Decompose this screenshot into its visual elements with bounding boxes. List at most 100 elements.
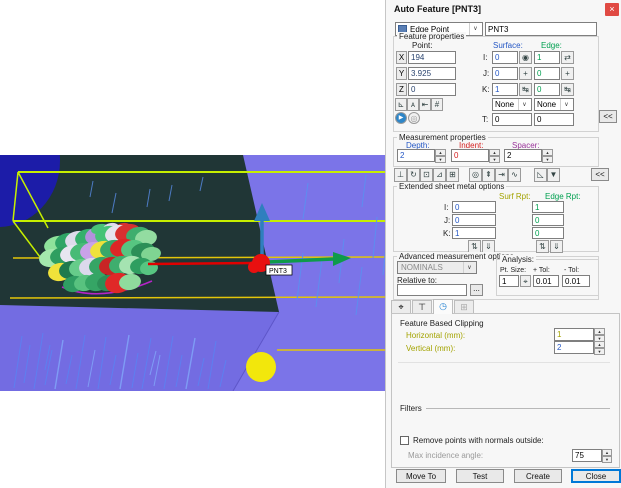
feature-name-input[interactable] <box>485 22 597 36</box>
execute-icon[interactable]: ▶ <box>395 112 407 124</box>
edge-i-input[interactable] <box>534 51 560 64</box>
flip-vector-icon[interactable]: ⇄ <box>561 51 574 64</box>
surface-axis-select[interactable]: None ∨ <box>492 98 532 111</box>
t-row-label: T: <box>482 115 488 124</box>
nominals-select[interactable]: NOMINALS ∨ <box>397 261 477 274</box>
surf-rpt-i-input[interactable] <box>452 201 496 213</box>
remove-points-checkbox[interactable] <box>400 436 409 445</box>
collapse-measurement-button[interactable]: << <box>591 168 609 181</box>
y-value-input[interactable] <box>408 67 456 80</box>
filters-divider <box>426 408 610 409</box>
edge-k-input[interactable] <box>534 83 560 96</box>
surface-move-icon[interactable]: + <box>519 67 532 80</box>
meas-mode-icon-1[interactable]: ⊥ <box>394 168 407 182</box>
chevron-down-icon: ∨ <box>469 23 481 35</box>
spin-down-icon[interactable]: ▼ <box>602 456 612 463</box>
spin-down-icon[interactable]: ▼ <box>489 156 500 163</box>
edge-rpt-k-input[interactable] <box>532 227 564 239</box>
spin-up-icon[interactable]: ▲ <box>594 341 605 348</box>
vertical-input[interactable] <box>554 341 594 354</box>
surf-rpt-k-input[interactable] <box>452 227 496 239</box>
move-to-button[interactable]: Move To <box>396 469 446 483</box>
chevron-down-icon: ∨ <box>560 99 572 110</box>
z-axis-label: Z <box>396 83 407 96</box>
horizontal-stepper[interactable]: ▲ ▼ <box>594 328 605 342</box>
angle-option-icon-2[interactable]: ▼ <box>547 168 560 182</box>
sm-j-label: J: <box>444 216 450 225</box>
edge-axis-select[interactable]: None ∨ <box>534 98 574 111</box>
surface-k-input[interactable] <box>492 83 518 96</box>
grid-icon[interactable]: # <box>431 98 443 111</box>
edge-rpt-j-input[interactable] <box>532 214 564 226</box>
meas-mode-icon-5[interactable]: ⊞ <box>446 168 459 182</box>
graphics-viewport[interactable]: PNT3 <box>0 155 389 391</box>
tab-scan-options[interactable]: ⊞ <box>454 300 474 314</box>
max-angle-label: Max incidence angle: <box>408 451 483 460</box>
probe-option-icon-3[interactable]: ⇥ <box>495 168 508 182</box>
indent-stepper[interactable]: ▲ ▼ <box>489 149 500 163</box>
spin-up-icon[interactable]: ▲ <box>435 149 446 156</box>
angle-option-icon-1[interactable]: ◺ <box>534 168 547 182</box>
divider <box>398 362 610 363</box>
vertical-stepper[interactable]: ▲ ▼ <box>594 341 605 355</box>
spin-up-icon[interactable]: ▲ <box>602 449 612 456</box>
edge-t-input[interactable] <box>534 113 574 126</box>
edge-j-input[interactable] <box>534 67 560 80</box>
spacer-input[interactable] <box>504 149 542 162</box>
close-icon[interactable]: × <box>605 3 619 16</box>
clipping-title: Feature Based Clipping <box>400 319 484 328</box>
auto-label-icon[interactable]: ᴀ <box>407 98 419 111</box>
browse-button[interactable]: ... <box>470 284 483 296</box>
horizontal-input[interactable] <box>554 328 594 341</box>
edge-rpt-i-input[interactable] <box>532 201 564 213</box>
create-button[interactable]: Create <box>514 469 562 483</box>
surface-snap-icon[interactable]: ↹ <box>519 83 532 96</box>
surface-t-input[interactable] <box>492 113 532 126</box>
probe-option-icon-1[interactable]: ◎ <box>469 168 482 182</box>
spin-up-icon[interactable]: ▲ <box>489 149 500 156</box>
surface-column-label: Surface: <box>493 41 523 50</box>
meas-mode-icon-2[interactable]: ↻ <box>407 168 420 182</box>
minus-tol-input[interactable] <box>562 275 590 287</box>
probe-option-icon-2[interactable]: ⇞ <box>482 168 495 182</box>
x-value-input[interactable] <box>408 51 456 64</box>
tab-path-options[interactable]: ⌖ <box>391 300 411 314</box>
close-button[interactable]: Close <box>571 469 621 483</box>
picker-icon[interactable]: ⌖ <box>520 275 531 287</box>
surface-vector-icon[interactable]: ◉ <box>519 51 532 64</box>
edge-rpt-apply-icon[interactable]: ⇓ <box>550 240 563 253</box>
indent-input[interactable] <box>451 149 489 162</box>
edge-snap-icon[interactable]: ↹ <box>561 83 574 96</box>
horizontal-label: Horizontal (mm): <box>406 331 465 340</box>
max-angle-input[interactable] <box>572 449 602 462</box>
depth-stepper[interactable]: ▲ ▼ <box>435 149 446 163</box>
meas-mode-icon-3[interactable]: ⊡ <box>420 168 433 182</box>
collapse-feature-button[interactable]: << <box>599 110 617 123</box>
spin-down-icon[interactable]: ▼ <box>542 156 553 163</box>
meas-mode-icon-4[interactable]: ⊿ <box>433 168 446 182</box>
surf-rpt-j-input[interactable] <box>452 214 496 226</box>
plus-tol-input[interactable] <box>533 275 559 287</box>
spin-down-icon[interactable]: ▼ <box>435 156 446 163</box>
depth-input[interactable] <box>397 149 435 162</box>
max-angle-stepper[interactable]: ▲ ▼ <box>602 449 612 463</box>
probe-option-icon-4[interactable]: ∿ <box>508 168 521 182</box>
edge-move-icon[interactable]: + <box>561 67 574 80</box>
tab-touch-options[interactable]: ⊤ <box>412 300 432 314</box>
spin-up-icon[interactable]: ▲ <box>594 328 605 335</box>
rotate-icon[interactable]: ◎ <box>408 112 420 124</box>
edge-rpt-swap-icon[interactable]: ⇅ <box>536 240 549 253</box>
test-button[interactable]: Test <box>456 469 504 483</box>
tab-clipping-options[interactable]: ◷ <box>433 299 453 314</box>
spin-down-icon[interactable]: ▼ <box>594 348 605 355</box>
edge-column-label: Edge: <box>541 41 562 50</box>
pt-size-input[interactable] <box>499 275 519 287</box>
surface-j-input[interactable] <box>492 67 518 80</box>
surface-i-input[interactable] <box>492 51 518 64</box>
graph-mode-icon[interactable]: ⊾ <box>395 98 407 111</box>
spacer-stepper[interactable]: ▲ ▼ <box>542 149 553 163</box>
z-value-input[interactable] <box>408 83 456 96</box>
spin-up-icon[interactable]: ▲ <box>542 149 553 156</box>
snap-point-icon[interactable]: ⇤ <box>419 98 431 111</box>
relative-to-input[interactable] <box>397 284 467 296</box>
